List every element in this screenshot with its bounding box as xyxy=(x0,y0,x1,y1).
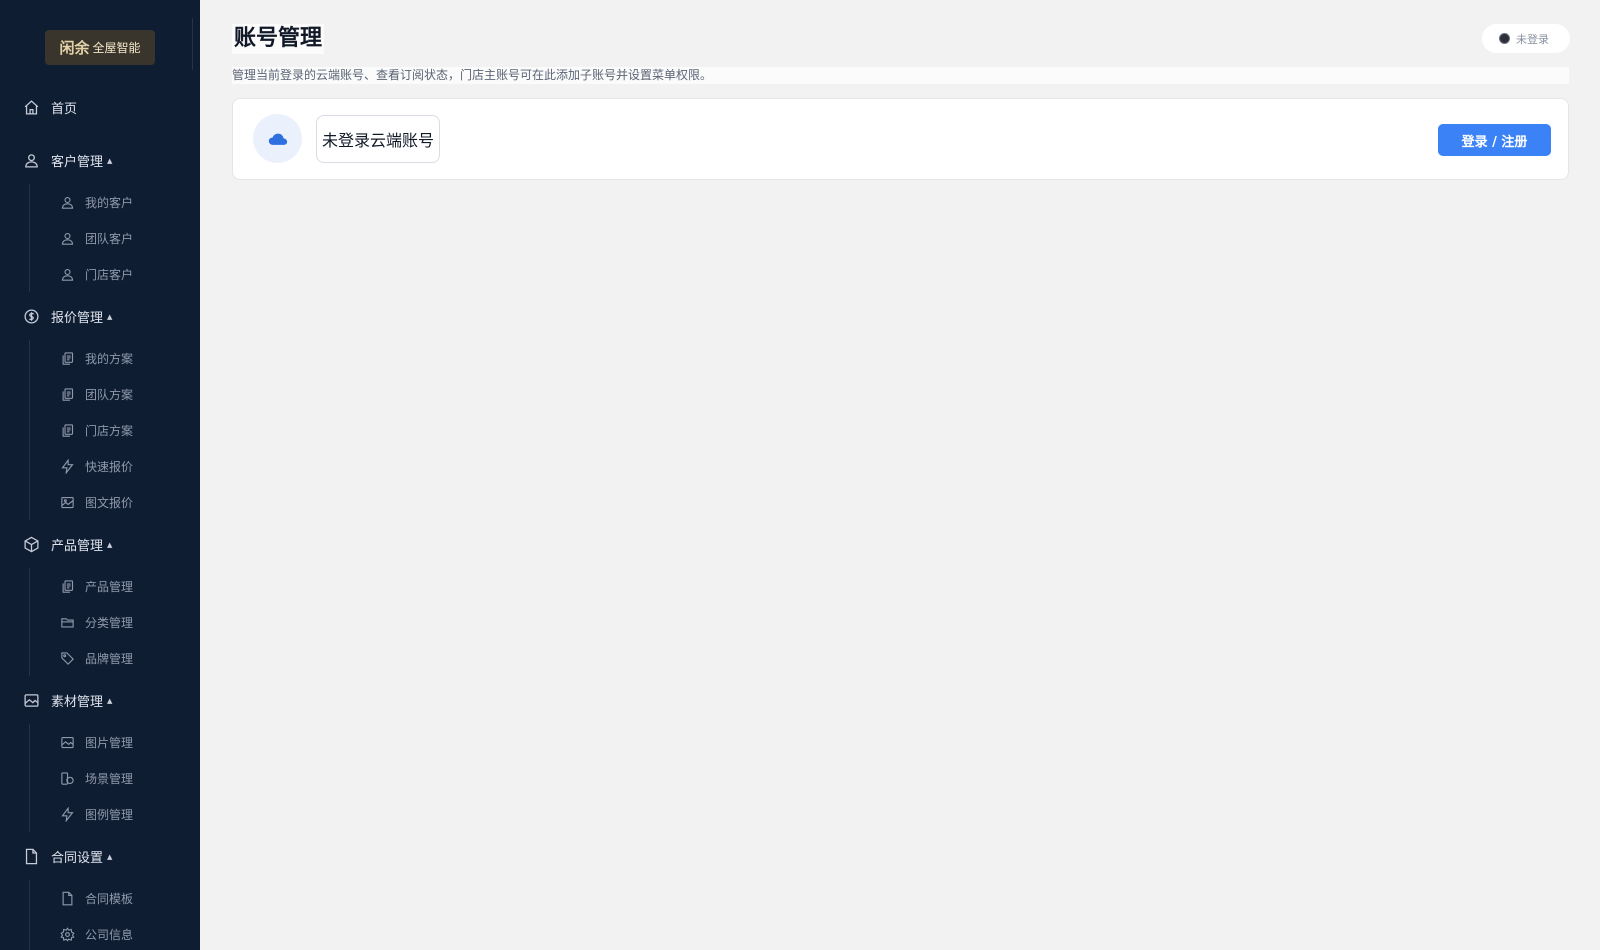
sidebar-group-label: 合同设置 xyxy=(51,851,104,866)
sidebar-item-label: 首页 xyxy=(51,102,78,117)
caret-up-icon: ▲ xyxy=(107,696,113,705)
sidebar-divider xyxy=(192,18,193,70)
copy-icon xyxy=(58,349,76,367)
sidebar-group-products[interactable]: 产品管理 ▲ xyxy=(22,535,112,554)
sidebar-item-label: 团队客户 xyxy=(85,231,134,246)
app-logo[interactable]: 闲余 全屋智能 xyxy=(45,30,155,65)
sidebar-item-quick-quote[interactable]: 快速报价 xyxy=(58,457,133,475)
lightning-icon xyxy=(58,805,76,823)
sidebar-item-label: 图片管理 xyxy=(85,735,134,750)
sidebar-group-label: 报价管理 xyxy=(51,311,104,326)
user-icon xyxy=(58,193,76,211)
sidebar-item-legend-management[interactable]: 图例管理 xyxy=(58,805,133,823)
page-description: 管理当前登录的云端账号、查看订阅状态，门店主账号可在此添加子账号并设置菜单权限。 xyxy=(232,67,1569,84)
user-icon xyxy=(58,229,76,247)
sidebar-item-brand-management[interactable]: 品牌管理 xyxy=(58,649,133,667)
folder-icon xyxy=(58,613,76,631)
dollar-circle-icon xyxy=(22,308,40,326)
logo-text: 全屋智能 xyxy=(92,41,141,55)
sidebar-item-label: 场景管理 xyxy=(85,771,134,786)
image-icon xyxy=(22,692,40,710)
submenu-guide xyxy=(29,880,30,950)
image-edit-icon xyxy=(58,493,76,511)
sidebar-item-product-management[interactable]: 产品管理 xyxy=(58,577,133,595)
lightning-icon xyxy=(58,457,76,475)
caret-up-icon: ▲ xyxy=(107,540,113,549)
sidebar-item-image-quote[interactable]: 图文报价 xyxy=(58,493,133,511)
submenu-guide xyxy=(29,184,30,292)
sidebar-item-image-management[interactable]: 图片管理 xyxy=(58,733,133,751)
caret-up-icon: ▲ xyxy=(107,852,113,861)
status-dot-icon xyxy=(1499,33,1510,44)
sidebar-group-quotes[interactable]: 报价管理 ▲ xyxy=(22,307,112,326)
sidebar-item-my-customers[interactable]: 我的客户 xyxy=(58,193,133,211)
login-register-button[interactable]: 登录 / 注册 xyxy=(1438,124,1551,156)
sidebar-group-label: 客户管理 xyxy=(51,155,104,170)
sidebar-item-label: 公司信息 xyxy=(85,927,134,942)
sidebar-item-team-customers[interactable]: 团队客户 xyxy=(58,229,133,247)
sidebar-item-label: 图例管理 xyxy=(85,807,134,822)
tag-icon xyxy=(58,649,76,667)
sidebar-group-label: 产品管理 xyxy=(51,539,104,554)
copy-icon xyxy=(58,421,76,439)
sidebar-item-store-customers[interactable]: 门店客户 xyxy=(58,265,133,283)
sidebar-item-label: 我的客户 xyxy=(85,195,134,210)
page-title: 账号管理 xyxy=(232,24,325,54)
sidebar-group-materials[interactable]: 素材管理 ▲ xyxy=(22,691,112,710)
sidebar-item-label: 产品管理 xyxy=(85,579,134,594)
user-icon xyxy=(22,152,40,170)
sidebar-item-scene-management[interactable]: 场景管理 xyxy=(58,769,133,787)
sidebar-item-label: 门店客户 xyxy=(85,267,134,282)
sidebar-item-contract-template[interactable]: 合同模板 xyxy=(58,889,133,907)
user-icon xyxy=(58,265,76,283)
status-label: 未登录 xyxy=(1516,32,1549,46)
sidebar-item-label: 合同模板 xyxy=(85,891,134,906)
cloud-icon xyxy=(253,114,302,163)
caret-up-icon: ▲ xyxy=(107,312,113,321)
sidebar-item-store-plans[interactable]: 门店方案 xyxy=(58,421,133,439)
logo-mark: 闲余 xyxy=(59,39,90,57)
sidebar-item-label: 门店方案 xyxy=(85,423,134,438)
image-icon xyxy=(58,733,76,751)
gear-icon xyxy=(58,925,76,943)
submenu-guide xyxy=(29,340,30,520)
home-icon xyxy=(22,99,40,117)
account-status-label: 未登录云端账号 xyxy=(316,115,441,163)
sidebar-item-label: 品牌管理 xyxy=(85,651,134,666)
sidebar-item-home[interactable]: 首页 xyxy=(22,98,77,117)
submenu-guide xyxy=(29,568,30,676)
sidebar-group-label: 素材管理 xyxy=(51,695,104,710)
copy-icon xyxy=(58,577,76,595)
sidebar-item-label: 图文报价 xyxy=(85,495,134,510)
copy-icon xyxy=(58,385,76,403)
sidebar: 闲余 全屋智能 首页 客户管理 ▲ 我的客户 团队客户 门店客户 报价管理 ▲ xyxy=(0,0,200,950)
sidebar-item-company-info[interactable]: 公司信息 xyxy=(58,925,133,943)
submenu-guide xyxy=(29,724,30,832)
sidebar-group-contracts[interactable]: 合同设置 ▲ xyxy=(22,847,112,866)
file-icon xyxy=(58,889,76,907)
sidebar-item-label: 分类管理 xyxy=(85,615,134,630)
sidebar-item-category-management[interactable]: 分类管理 xyxy=(58,613,133,631)
login-status-badge[interactable]: 未登录 xyxy=(1482,24,1570,53)
sidebar-item-label: 我的方案 xyxy=(85,351,134,366)
caret-up-icon: ▲ xyxy=(107,156,113,165)
shapes-icon xyxy=(58,769,76,787)
sidebar-group-customers[interactable]: 客户管理 ▲ xyxy=(22,151,112,170)
sidebar-item-label: 团队方案 xyxy=(85,387,134,402)
account-card: 未登录云端账号 登录 / 注册 xyxy=(232,98,1569,180)
main-content: 账号管理 管理当前登录的云端账号、查看订阅状态，门店主账号可在此添加子账号并设置… xyxy=(200,0,1600,950)
sidebar-item-label: 快速报价 xyxy=(85,459,134,474)
sidebar-item-team-plans[interactable]: 团队方案 xyxy=(58,385,133,403)
file-icon xyxy=(22,848,40,866)
sidebar-item-my-plans[interactable]: 我的方案 xyxy=(58,349,133,367)
box-icon xyxy=(22,536,40,554)
